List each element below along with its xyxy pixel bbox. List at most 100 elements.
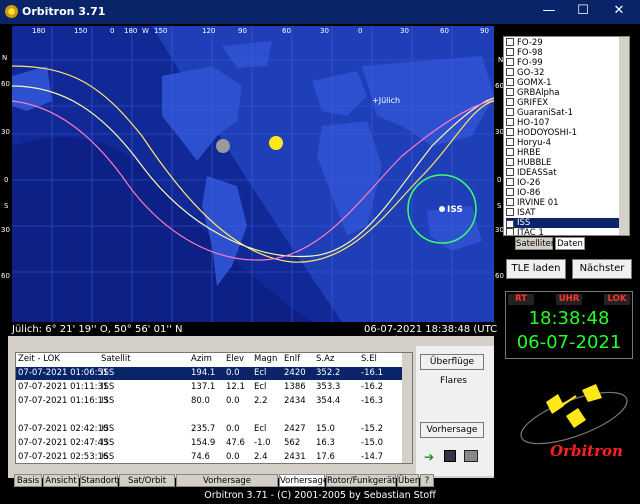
table-cell: 15.0: [316, 424, 335, 434]
satellite-checkbox[interactable]: [506, 88, 514, 96]
satellite-name: FO-99: [517, 58, 543, 68]
bottom-tab[interactable]: Vorhersage: [279, 474, 328, 487]
satellite-checkbox[interactable]: [506, 158, 514, 166]
print-icon[interactable]: [464, 450, 478, 462]
satellite-checkbox[interactable]: [506, 98, 514, 106]
iss-marker[interactable]: [439, 206, 445, 212]
satellite-checkbox[interactable]: [506, 148, 514, 156]
satellite-checkbox[interactable]: [506, 68, 514, 76]
top-tick: W: [142, 27, 149, 35]
forward-arrow-icon[interactable]: ➔: [424, 450, 434, 464]
table-header[interactable]: S.El: [361, 353, 377, 365]
table-header[interactable]: Enlf: [284, 353, 300, 365]
satellite-checkbox[interactable]: [506, 128, 514, 136]
satellite-item[interactable]: IRVINE 01: [506, 198, 559, 208]
table-header[interactable]: Azim: [191, 353, 212, 365]
satellite-checkbox[interactable]: [506, 58, 514, 66]
satellite-item[interactable]: GRIFEX: [506, 98, 548, 108]
satellite-item[interactable]: ✔ ISS: [506, 218, 622, 228]
table-cell: 80.0: [191, 396, 210, 406]
satellite-item[interactable]: FO-29: [506, 38, 543, 48]
bottom-tab[interactable]: Über: [397, 474, 419, 487]
satellite-list[interactable]: FO-29 FO-98 FO-99 GO-32 GOMX-1 GRBAlpha GRIFEX…: [503, 36, 630, 236]
satellite-checkbox[interactable]: [506, 48, 514, 56]
table-row[interactable]: 07-07-2021 02:53:16 ISS 74.6 0.0 2.4 2431 17.6…: [16, 451, 402, 463]
top-tick: 90: [480, 27, 489, 35]
satellite-item[interactable]: ITAC 1: [506, 228, 544, 235]
satellite-item[interactable]: IO-86: [506, 188, 540, 198]
table-header[interactable]: S.Az: [316, 353, 334, 365]
satellite-checkbox[interactable]: [506, 138, 514, 146]
table-cell: 07-07-2021 02:47:43: [18, 438, 109, 448]
table-row[interactable]: 07-07-2021 01:06:51 ISS 194.1 0.0 Ecl 2420 352…: [16, 367, 402, 380]
bottom-tab[interactable]: Vorhersage Einstellungen: [176, 474, 278, 498]
bottom-tab[interactable]: Ansicht: [43, 474, 79, 487]
satellite-checkbox[interactable]: [506, 108, 514, 116]
bottom-tab[interactable]: Sat/Orbit Info: [119, 474, 175, 498]
bottom-tab[interactable]: Basis: [14, 474, 42, 487]
table-cell: 2431: [284, 452, 306, 462]
satellite-name: HO-107: [517, 118, 550, 128]
satellite-checkbox[interactable]: [506, 168, 514, 176]
satellite-checkbox[interactable]: [506, 228, 514, 235]
table-header[interactable]: Magn: [254, 353, 277, 365]
satellite-item[interactable]: GRBAlpha: [506, 88, 560, 98]
tab-satellites[interactable]: Satelliten: [515, 237, 556, 250]
bottom-tab[interactable]: Rotor/Funkgerät: [326, 474, 396, 487]
satellite-item[interactable]: HO-107: [506, 118, 550, 128]
satellite-checkbox[interactable]: [506, 118, 514, 126]
satellite-item[interactable]: IDEASSat: [506, 168, 557, 178]
iss-label: ISS: [447, 205, 463, 215]
table-row[interactable]: [16, 409, 402, 422]
satellite-item[interactable]: IO-26: [506, 178, 540, 188]
left-tick: S: [4, 202, 9, 210]
satellite-item[interactable]: HUBBLE: [506, 158, 551, 168]
maximize-button[interactable]: ☐: [568, 0, 598, 24]
table-cell: 353.3: [316, 382, 341, 392]
table-row[interactable]: 07-07-2021 01:16:13 ISS 80.0 0.0 2.2 2434 354.…: [16, 395, 402, 408]
forecast-button[interactable]: Vorhersage: [420, 422, 484, 438]
satellite-item[interactable]: GOMX-1: [506, 78, 552, 88]
footer: Orbitron 3.71 - (C) 2001-2005 by Sebasti…: [204, 490, 436, 501]
satellite-checkbox[interactable]: [506, 78, 514, 86]
pass-table[interactable]: Zeit - LOK Satellit Azim Elev Magn Enlf S.Az S.…: [15, 352, 413, 464]
bottom-tab[interactable]: Standort: [80, 474, 118, 487]
satellite-item[interactable]: Horyu-4: [506, 138, 551, 148]
table-header[interactable]: Satellit: [101, 353, 131, 365]
satellite-checkbox[interactable]: [506, 208, 514, 216]
table-row[interactable]: 07-07-2021 02:42:10 ISS 235.7 0.0 Ecl 2427 15.…: [16, 423, 402, 436]
pass-table-scrollbar[interactable]: [402, 353, 412, 463]
satellite-checkbox[interactable]: ✔: [506, 220, 514, 228]
world-map[interactable]: 180 150 0 180 W 150 120 90 60 30 0 30 60…: [12, 26, 494, 322]
table-row[interactable]: 07-07-2021 02:47:43 ISS 154.9 47.6 -1.0 562 16…: [16, 437, 402, 450]
save-icon[interactable]: [444, 450, 456, 462]
rt-indicator[interactable]: RT: [508, 294, 534, 305]
table-cell: 354.4: [316, 396, 341, 406]
close-button[interactable]: ✕: [604, 0, 634, 24]
tab-data[interactable]: Daten: [555, 237, 585, 250]
satellite-item[interactable]: FO-98: [506, 48, 543, 58]
satellite-checkbox[interactable]: [506, 178, 514, 186]
satellite-checkbox[interactable]: [506, 188, 514, 196]
right-tick: 0: [497, 176, 502, 184]
bottom-tab[interactable]: ?: [420, 474, 434, 487]
satellite-list-scrollbar[interactable]: [619, 37, 629, 235]
satellite-checkbox[interactable]: [506, 38, 514, 46]
table-header[interactable]: Zeit - LOK: [18, 353, 60, 365]
satellite-item[interactable]: HODOYOSHI-1: [506, 128, 577, 138]
satellite-item[interactable]: ISAT: [506, 208, 535, 218]
flyover-button[interactable]: Überflüge: [420, 354, 484, 370]
table-row[interactable]: 07-07-2021 01:11:31 ISS 137.1 12.1 Ecl 1386 35…: [16, 381, 402, 394]
tle-load-button[interactable]: TLE laden: [506, 259, 566, 279]
local-indicator[interactable]: LOK: [604, 294, 630, 305]
flares-label[interactable]: Flares: [440, 376, 467, 386]
satellite-checkbox[interactable]: [506, 198, 514, 206]
satellite-item[interactable]: GuaraniSat-1: [506, 108, 573, 118]
next-button[interactable]: Nächster: [572, 259, 632, 279]
minimize-button[interactable]: —: [534, 0, 564, 24]
satellite-item[interactable]: HRBE: [506, 148, 541, 158]
satellite-item[interactable]: GO-32: [506, 68, 544, 78]
satellite-item[interactable]: FO-99: [506, 58, 543, 68]
time-mode-indicator[interactable]: UHR: [556, 294, 582, 305]
table-header[interactable]: Elev: [226, 353, 244, 365]
